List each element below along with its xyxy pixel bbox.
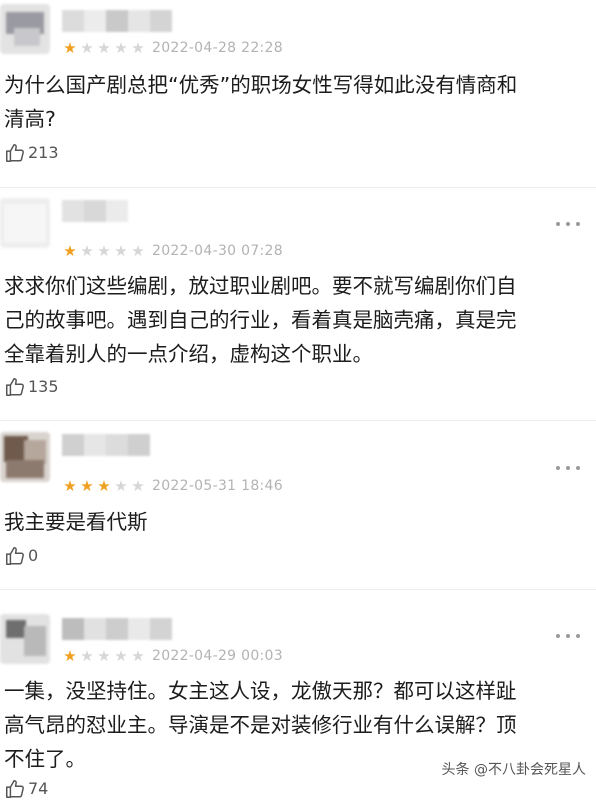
like-count: 74 [28,779,49,798]
star-rating: ★ ★ ★ ★ ★ [62,40,146,56]
star-icon: ★ [80,242,94,260]
star-rating: ★ ★ ★ ★ ★ [62,478,146,494]
star-icon: ★ [131,647,145,665]
username[interactable] [62,200,128,222]
star-icon: ★ [131,242,145,260]
star-icon: ★ [80,39,94,57]
divider [0,420,596,421]
like-button[interactable]: 0 [4,545,38,567]
star-icon: ★ [63,647,77,665]
username[interactable] [62,618,172,640]
star-icon: ★ [131,477,145,495]
star-icon: ★ [114,242,128,260]
star-icon: ★ [114,647,128,665]
star-rating: ★ ★ ★ ★ ★ [62,243,146,259]
divider [0,187,596,188]
star-icon: ★ [63,39,77,57]
more-options-button[interactable] [556,460,580,476]
more-dots-icon [556,634,560,638]
avatar[interactable] [0,432,50,482]
username[interactable] [62,434,150,456]
star-icon: ★ [114,477,128,495]
avatar[interactable] [0,4,50,54]
avatar[interactable] [0,614,50,664]
star-icon: ★ [80,647,94,665]
more-options-button[interactable] [556,216,580,232]
star-icon: ★ [80,477,94,495]
review-text: 求求你们这些编剧，放过职业剧吧。要不就写编剧你们自 己的故事吧。遇到自己的行业，… [4,274,517,366]
star-icon: ★ [97,647,111,665]
thumbs-up-icon [6,144,24,162]
watermark: 头条 @不八卦会死星人 [441,762,586,778]
like-button[interactable]: 213 [4,142,59,164]
star-icon: ★ [97,242,111,260]
star-icon: ★ [63,477,77,495]
more-dots-icon [556,466,560,470]
star-icon: ★ [97,477,111,495]
more-dots-icon [556,222,560,226]
review-date: 2022-04-30 07:28 [152,243,283,259]
review-text: 为什么国产剧总把“优秀”的职场女性写得如此没有情商和 清高? [4,73,518,131]
review-date: 2022-04-28 22:28 [152,40,283,56]
divider [0,589,596,590]
thumbs-up-icon [6,378,24,396]
review-text: 我主要是看代斯 [4,510,148,534]
like-button[interactable]: 135 [4,376,59,398]
star-icon: ★ [114,39,128,57]
like-button[interactable]: 74 [4,778,48,800]
star-icon: ★ [97,39,111,57]
star-icon: ★ [63,242,77,260]
review-date: 2022-04-29 00:03 [152,648,283,664]
like-count: 213 [28,143,59,162]
like-count: 135 [28,377,59,396]
review-date: 2022-05-31 18:46 [152,478,283,494]
more-options-button[interactable] [556,628,580,644]
username[interactable] [62,10,172,32]
star-rating: ★ ★ ★ ★ ★ [62,648,146,664]
thumbs-up-icon [6,547,24,565]
thumbs-up-icon [6,780,24,798]
star-icon: ★ [131,39,145,57]
like-count: 0 [28,546,39,565]
avatar[interactable] [0,198,50,248]
